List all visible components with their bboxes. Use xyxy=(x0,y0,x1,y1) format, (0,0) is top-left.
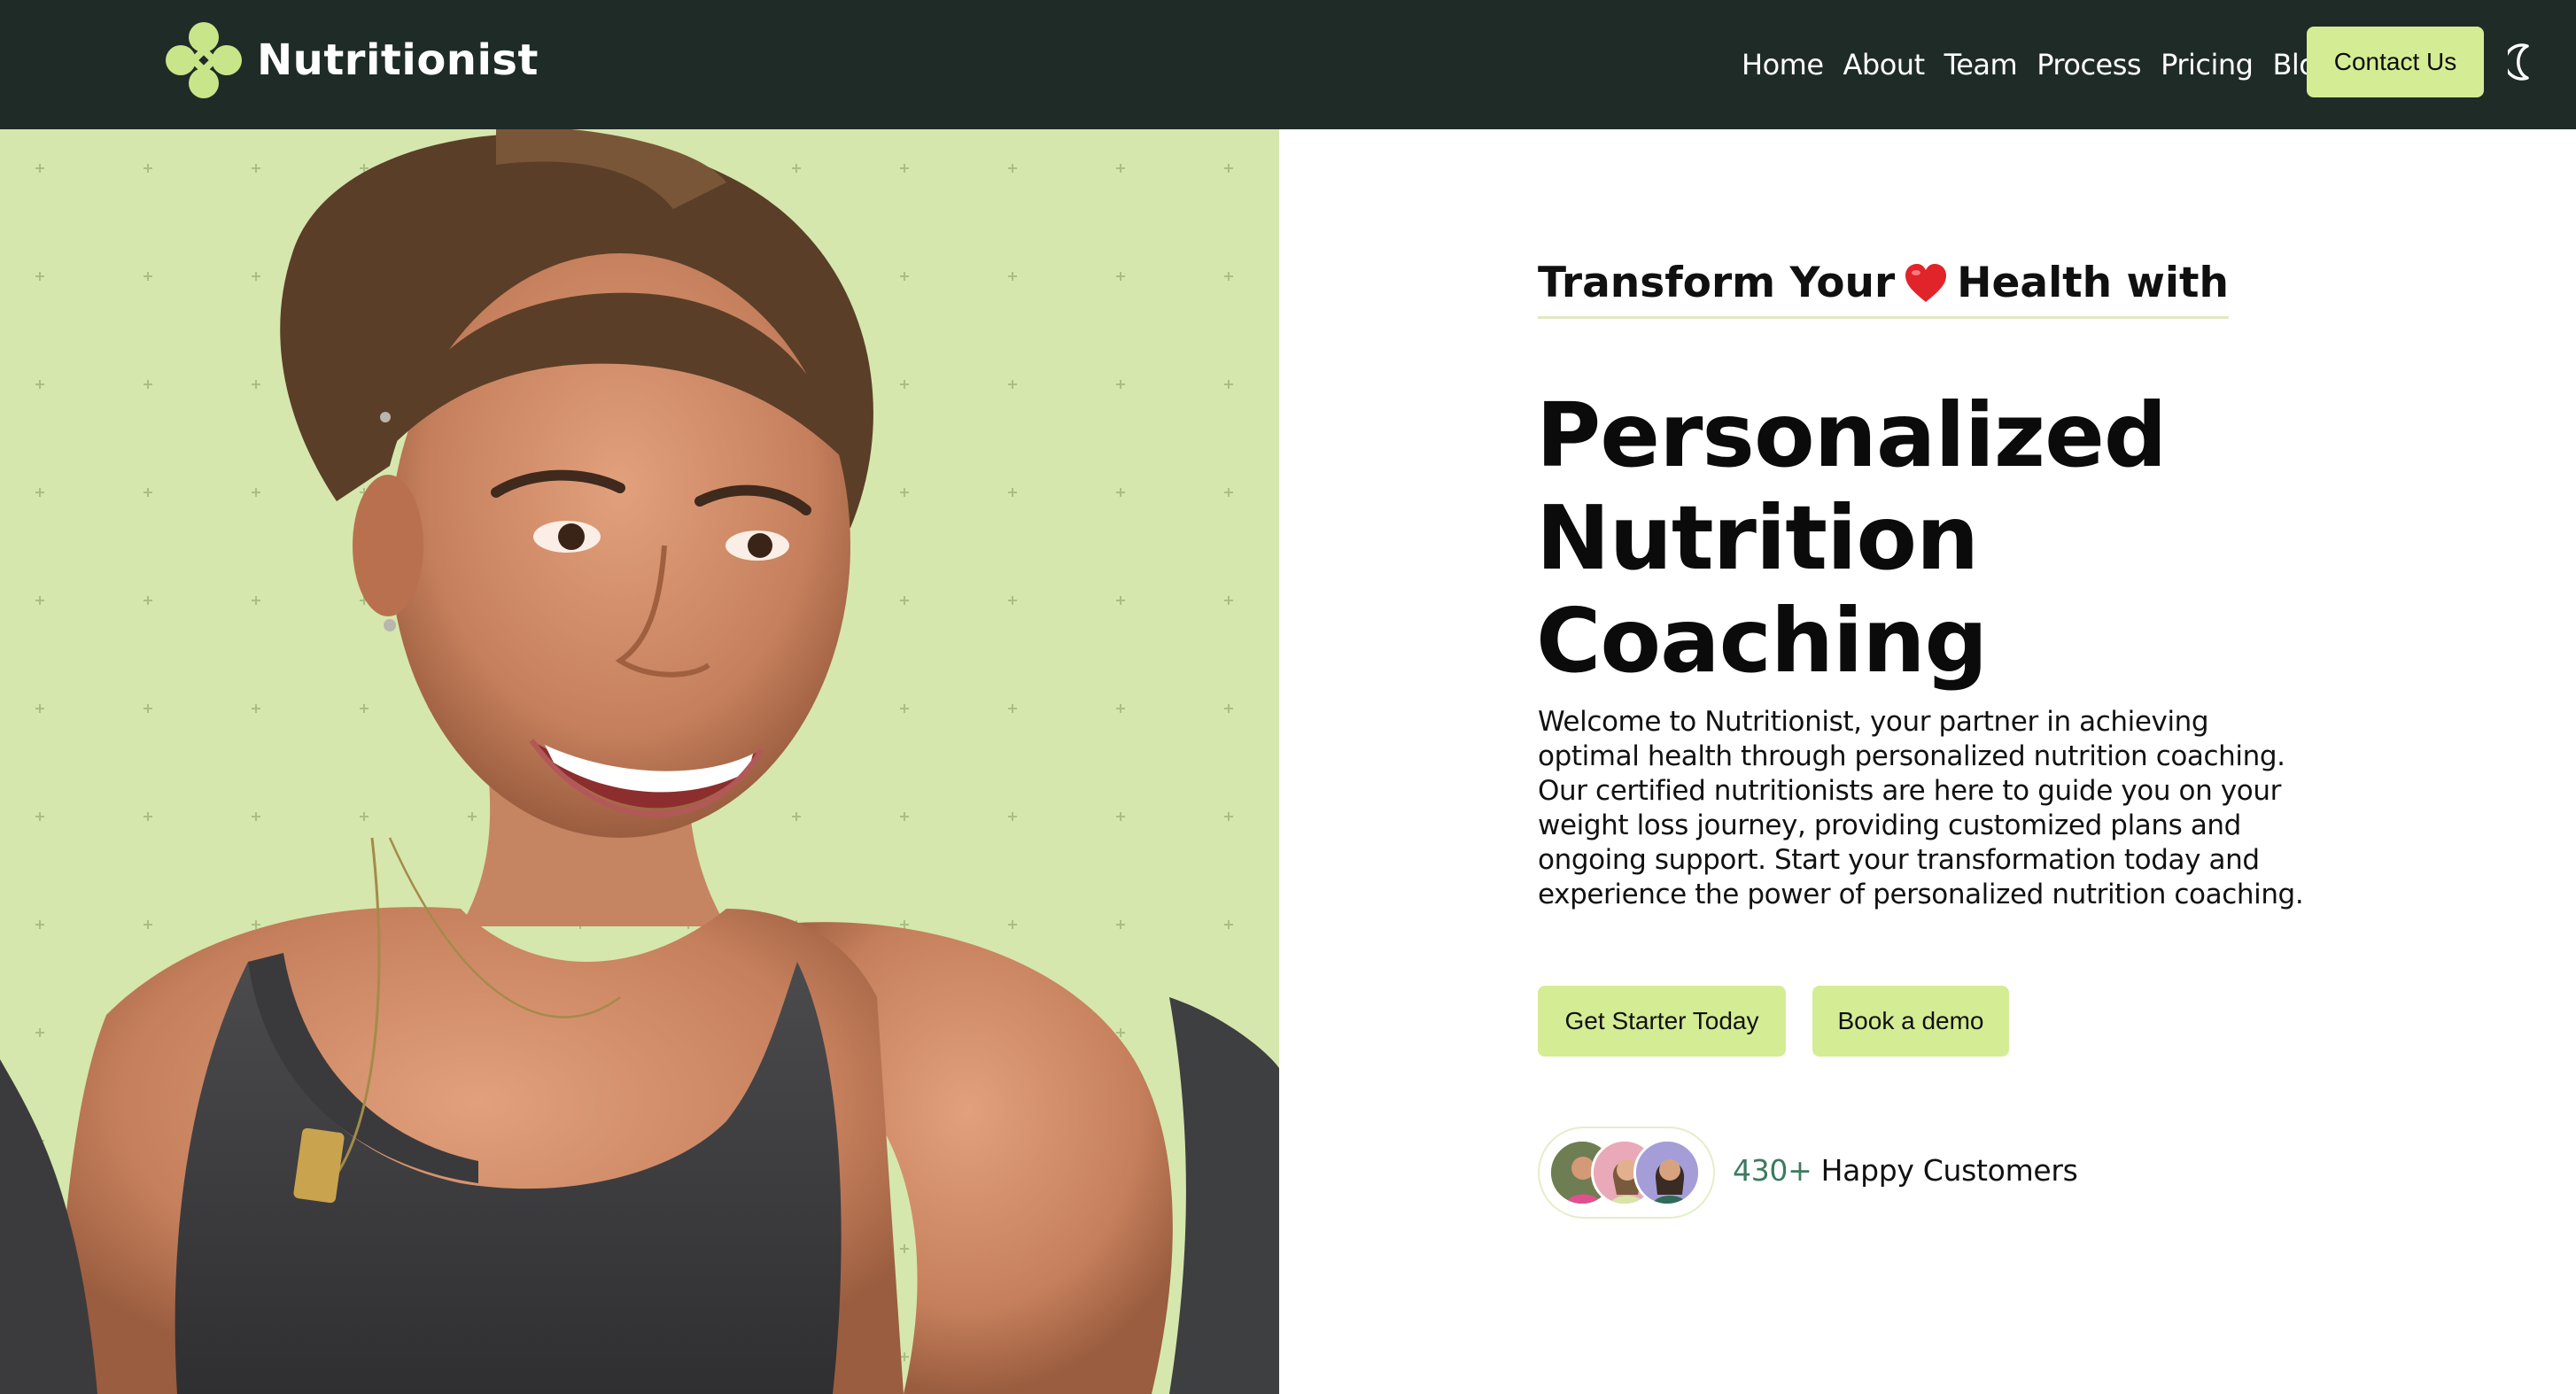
hero-portrait-image xyxy=(0,129,1279,1394)
eyebrow-text-before: Transform Your xyxy=(1538,259,1896,307)
clover-logo-icon xyxy=(166,22,242,98)
brand-logo[interactable]: Nutritionist xyxy=(163,19,539,101)
nav-link-team[interactable]: Team xyxy=(1944,48,2018,81)
contact-us-button[interactable]: Contact Us xyxy=(2307,27,2484,97)
headline-line-1: Personalized xyxy=(1536,383,2167,487)
headline-line-2: Nutrition Coaching xyxy=(1536,486,1988,693)
hero-headline: Personalized Nutrition Coaching xyxy=(1536,384,2422,693)
heart-icon xyxy=(1905,263,1947,302)
hero-description: Welcome to Nutritionist, your partner in… xyxy=(1538,706,2304,910)
customer-avatar-3 xyxy=(1633,1139,1701,1206)
hero-eyebrow: Transform Your Health with xyxy=(1538,255,2229,319)
customers-label: Happy Customers xyxy=(1820,1153,2078,1188)
moon-icon xyxy=(2508,43,2529,81)
top-navigation-bar: Nutritionist Home About Team Process Pri… xyxy=(0,0,2576,129)
happy-customers-stat: 430+ Happy Customers xyxy=(1733,1153,2078,1188)
nav-link-home[interactable]: Home xyxy=(1742,48,1824,81)
brand-name: Nutritionist xyxy=(257,35,539,85)
hero-portrait-illustration xyxy=(0,129,1279,1394)
main-nav: Home About Team Process Pricing Blog xyxy=(1742,0,2353,129)
avatar-portrait-icon xyxy=(1636,1142,1698,1204)
customer-avatar-group xyxy=(1538,1127,1715,1219)
book-demo-button[interactable]: Book a demo xyxy=(1812,986,2009,1057)
nav-link-about[interactable]: About xyxy=(1843,48,1926,81)
theme-toggle-button[interactable] xyxy=(2503,39,2539,85)
nav-link-pricing[interactable]: Pricing xyxy=(2161,48,2254,81)
get-started-button[interactable]: Get Starter Today xyxy=(1538,986,1786,1057)
eyebrow-text-after: Health with xyxy=(1957,259,2229,307)
customers-count: 430+ xyxy=(1733,1153,1812,1188)
nav-link-process[interactable]: Process xyxy=(2037,48,2141,81)
